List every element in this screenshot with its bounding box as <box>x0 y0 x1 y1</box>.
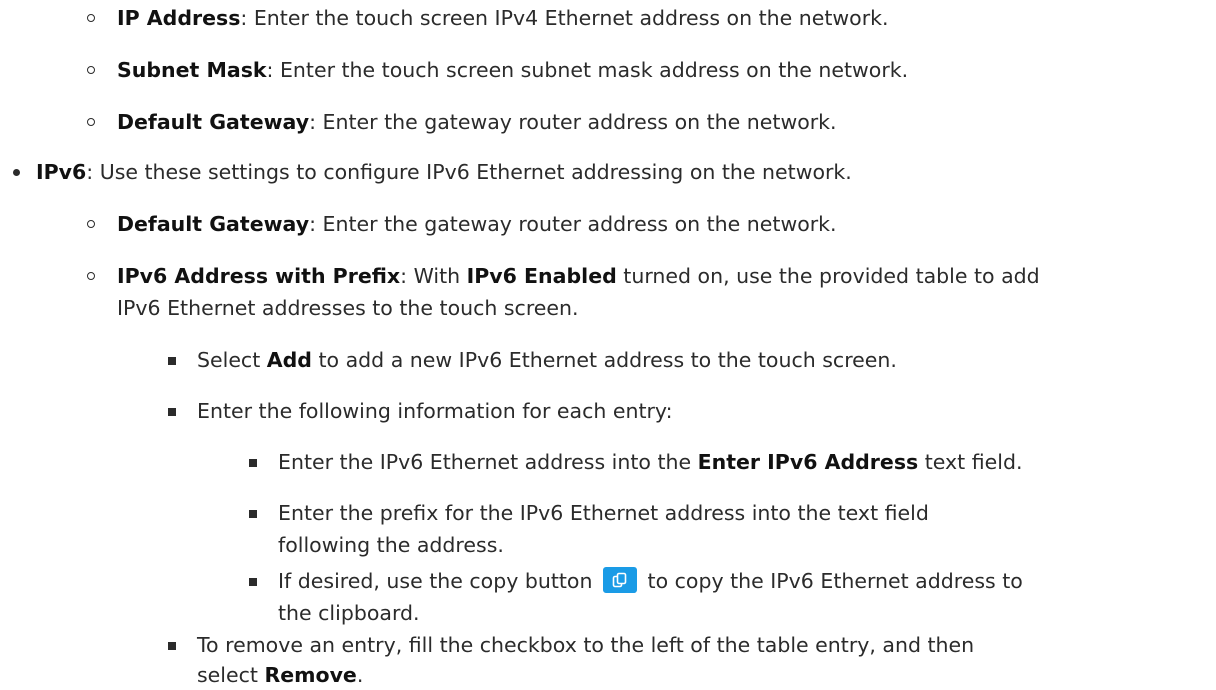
remove-step-pre2: select <box>197 663 265 687</box>
add-step-post: to add a new IPv6 Ethernet address to th… <box>311 348 897 372</box>
desc-subnet-mask: : Enter the touch screen subnet mask add… <box>266 58 909 82</box>
desc-ip-address: : Enter the touch screen IPv4 Ethernet a… <box>240 6 889 30</box>
circle-bullet <box>87 118 95 126</box>
desc-ipv6: : Use these settings to configure IPv6 E… <box>86 160 852 184</box>
list-item-ip-address: IP Address: Enter the touch screen IPv4 … <box>117 3 889 33</box>
desc-address-prefix-3: IPv6 Ethernet addresses to the touch scr… <box>117 296 579 320</box>
square-bullet <box>249 510 257 518</box>
term-remove: Remove <box>264 663 357 687</box>
term-ipv6-enabled: IPv6 Enabled <box>466 264 617 288</box>
add-step-pre: Select <box>197 348 267 372</box>
list-item-copy-step-cont: the clipboard. <box>278 598 420 628</box>
enter-address-post: text field. <box>918 450 1023 474</box>
circle-bullet <box>87 272 95 280</box>
list-item-ipv6: IPv6: Use these settings to configure IP… <box>36 157 852 187</box>
desc-default-gateway: : Enter the gateway router address on th… <box>309 212 837 236</box>
list-item-copy-step: If desired, use the copy button to copy … <box>278 566 1023 596</box>
term-ip-address: IP Address <box>117 6 241 30</box>
list-item-add-step: Select Add to add a new IPv6 Ethernet ad… <box>197 345 897 375</box>
desc-address-prefix-2: turned on, use the provided table to add <box>616 264 1040 288</box>
remove-step-post2: . <box>356 663 364 687</box>
term-add: Add <box>266 348 312 372</box>
desc-address-prefix-1: : With <box>400 264 467 288</box>
list-item-default-gateway-ipv4: Default Gateway: Enter the gateway route… <box>117 107 837 137</box>
remove-step-line1: To remove an entry, fill the checkbox to… <box>197 633 975 657</box>
term-enter-ipv6-address: Enter IPv6 Address <box>697 450 919 474</box>
copy-button[interactable] <box>603 567 637 593</box>
square-bullet <box>249 578 257 586</box>
copy-step-pre: If desired, use the copy button <box>278 569 593 593</box>
desc-default-gateway: : Enter the gateway router address on th… <box>309 110 837 134</box>
list-item-enter-info: Enter the following information for each… <box>197 396 672 426</box>
square-bullet <box>168 408 176 416</box>
enter-prefix-line2: following the address. <box>278 533 504 557</box>
term-default-gateway: Default Gateway <box>117 110 310 134</box>
copy-step-line2: the clipboard. <box>278 601 420 625</box>
enter-address-pre: Enter the IPv6 Ethernet address into the <box>278 450 698 474</box>
copy-icon <box>612 572 627 588</box>
enter-prefix-line1: Enter the prefix for the IPv6 Ethernet a… <box>278 501 929 525</box>
copy-step-post: to copy the IPv6 Ethernet address to <box>647 569 1023 593</box>
list-item-default-gateway-ipv6: Default Gateway: Enter the gateway route… <box>117 209 837 239</box>
term-default-gateway: Default Gateway <box>117 212 310 236</box>
list-item-remove-step-cont: select Remove. <box>197 660 363 690</box>
list-item-enter-prefix-cont: following the address. <box>278 530 504 560</box>
list-item-enter-prefix: Enter the prefix for the IPv6 Ethernet a… <box>278 498 929 528</box>
square-bullet <box>249 459 257 467</box>
list-item-subnet-mask: Subnet Mask: Enter the touch screen subn… <box>117 55 908 85</box>
circle-bullet <box>87 220 95 228</box>
list-item-address-prefix-cont: IPv6 Ethernet addresses to the touch scr… <box>117 293 579 323</box>
list-item-address-prefix: IPv6 Address with Prefix: With IPv6 Enab… <box>117 261 1040 291</box>
term-address-prefix: IPv6 Address with Prefix <box>117 264 401 288</box>
term-subnet-mask: Subnet Mask <box>117 58 267 82</box>
circle-bullet <box>87 14 95 22</box>
enter-info-text: Enter the following information for each… <box>197 399 673 423</box>
term-ipv6: IPv6 <box>36 160 87 184</box>
circle-bullet <box>87 66 95 74</box>
list-item-remove-step: To remove an entry, fill the checkbox to… <box>197 630 974 660</box>
square-bullet <box>168 642 176 650</box>
square-bullet <box>168 357 176 365</box>
disc-bullet <box>13 169 20 176</box>
list-item-enter-address: Enter the IPv6 Ethernet address into the… <box>278 447 1022 477</box>
